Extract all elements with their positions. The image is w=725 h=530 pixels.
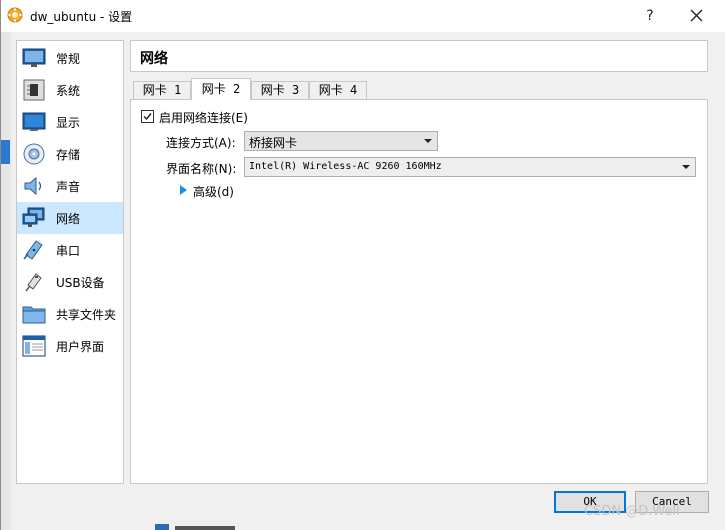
- advanced-toggle[interactable]: 高级(d): [193, 183, 234, 200]
- interface-name-value: Intel(R) Wireless-AC 9260 160MHz: [249, 161, 442, 172]
- attached-to-label: 连接方式(A):: [166, 136, 236, 150]
- tab-adapter-2[interactable]: 网卡 2: [191, 78, 251, 100]
- display-icon: [22, 112, 46, 131]
- checkmark-icon: [143, 113, 152, 121]
- background-window-fragment: [155, 524, 235, 530]
- virtualbox-app-icon: [7, 7, 23, 23]
- background-window-accent: [1, 140, 10, 164]
- attached-to-value: 桥接网卡: [249, 136, 298, 150]
- sidebar-item-label: 用户界面: [56, 340, 105, 354]
- sidebar-item-shared-folders[interactable]: 共享文件夹: [17, 298, 123, 330]
- sidebar-item-label: 声音: [56, 180, 81, 194]
- chevron-down-icon: [424, 139, 432, 143]
- sidebar-item-storage[interactable]: 存储: [17, 138, 123, 170]
- settings-window: dw_ubuntu - 设置 ? 常规 系统 显示 存储 声音 网络 串口 US…: [0, 0, 725, 530]
- settings-sidebar: 常规 系统 显示 存储 声音 网络 串口 USB设备 共享文件夹 用户界面: [16, 40, 124, 484]
- user-interface-icon: [22, 335, 46, 357]
- interface-name-label: 界面名称(N):: [166, 162, 237, 176]
- serial-port-icon: [23, 240, 43, 260]
- sidebar-item-label: 存储: [56, 148, 81, 162]
- chevron-down-icon: [682, 165, 690, 169]
- sidebar-item-usb[interactable]: USB设备: [17, 266, 123, 298]
- chip-icon: [23, 79, 45, 101]
- watermark: CSDN @D.Well: [584, 504, 680, 519]
- close-button[interactable]: [677, 0, 717, 32]
- sidebar-item-audio[interactable]: 声音: [17, 170, 123, 202]
- sidebar-item-label: 系统: [56, 84, 81, 98]
- interface-name-select[interactable]: Intel(R) Wireless-AC 9260 160MHz: [244, 157, 696, 177]
- help-button[interactable]: ?: [633, 0, 667, 32]
- sidebar-item-serial[interactable]: 串口: [17, 234, 123, 266]
- folder-icon: [22, 306, 46, 324]
- window-title: dw_ubuntu - 设置: [30, 10, 133, 24]
- sidebar-item-label: 网络: [56, 212, 81, 226]
- sidebar-item-label: 共享文件夹: [56, 308, 117, 322]
- tab-adapter-3[interactable]: 网卡 3: [251, 81, 309, 99]
- speaker-icon: [24, 176, 42, 196]
- sidebar-item-general[interactable]: 常规: [17, 42, 123, 74]
- usb-icon: [25, 273, 42, 292]
- sidebar-item-label: 常规: [56, 52, 81, 66]
- tab-adapter-1[interactable]: 网卡 1: [133, 81, 191, 99]
- sidebar-item-display[interactable]: 显示: [17, 106, 123, 138]
- sidebar-item-label: 显示: [56, 116, 81, 130]
- sidebar-item-label: USB设备: [56, 276, 105, 290]
- background-window-edge: [1, 32, 11, 530]
- network-icon: [22, 207, 45, 227]
- close-icon: [690, 9, 703, 22]
- enable-adapter-checkbox[interactable]: [141, 110, 154, 123]
- expand-arrow-icon[interactable]: [180, 185, 187, 195]
- page-header: 网络: [130, 40, 708, 72]
- monitor-icon: [22, 48, 46, 67]
- sidebar-item-network[interactable]: 网络: [17, 202, 123, 234]
- page-title: 网络: [140, 51, 168, 67]
- title-bar: dw_ubuntu - 设置 ?: [1, 0, 725, 32]
- sidebar-item-system[interactable]: 系统: [17, 74, 123, 106]
- attached-to-select[interactable]: 桥接网卡: [244, 131, 438, 151]
- sidebar-item-user-interface[interactable]: 用户界面: [17, 330, 123, 362]
- enable-adapter-label[interactable]: 启用网络连接(E): [159, 109, 248, 126]
- disc-icon: [23, 143, 45, 165]
- tab-adapter-4[interactable]: 网卡 4: [309, 81, 367, 99]
- sidebar-item-label: 串口: [56, 244, 81, 258]
